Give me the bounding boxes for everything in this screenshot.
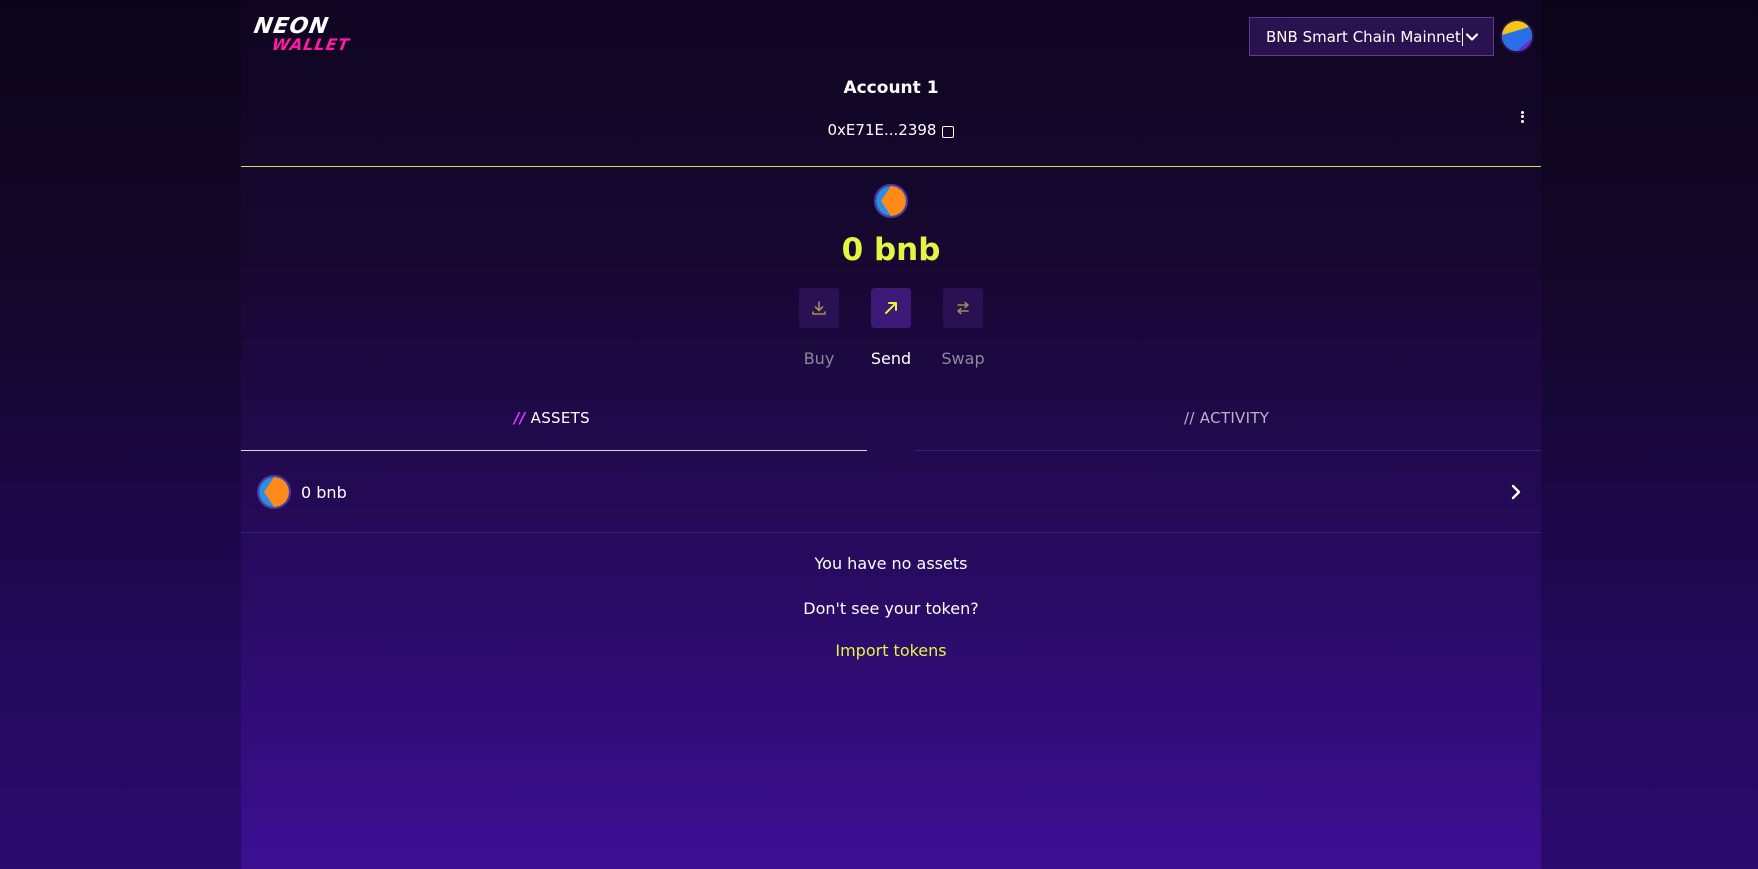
neon-wallet-logo: NEON WALLET [250, 14, 352, 54]
network-select[interactable]: BNB Smart Chain Mainnet [1249, 17, 1494, 56]
no-assets-message: You have no assets [814, 554, 968, 573]
account-address-text: 0xE71E...2398 [827, 121, 937, 139]
tab-assets-label: ASSETS [530, 409, 590, 427]
copy-icon[interactable] [942, 125, 955, 138]
balance-amount: 0 bnb [841, 232, 941, 268]
tab-assets[interactable]: // ASSETS [514, 409, 590, 427]
tab-activity-underline [915, 450, 1541, 451]
account-name: Account 1 [843, 78, 939, 98]
dont-see-token-text: Don't see your token? [803, 599, 979, 618]
asset-label: 0 bnb [301, 483, 347, 502]
import-tokens-link[interactable]: Import tokens [835, 641, 946, 660]
swap-button[interactable] [943, 288, 983, 328]
import-tokens-link-container: Import tokens [241, 641, 1541, 660]
bnb-token-icon [257, 475, 291, 509]
bnb-token-icon [874, 184, 908, 218]
chevron-down-icon [1465, 33, 1479, 41]
chevron-right-icon [1511, 484, 1521, 500]
account-avatar[interactable] [1500, 19, 1534, 53]
header-divider [241, 166, 1541, 167]
buy-label: Buy [803, 349, 835, 368]
logo-wallet-text: WALLET [270, 35, 352, 54]
more-options-icon[interactable] [1517, 109, 1527, 129]
buy-button[interactable] [799, 288, 839, 328]
network-select-value: BNB Smart Chain Mainnet [1266, 27, 1461, 46]
send-button[interactable] [871, 288, 911, 328]
tab-activity-label: ACTIVITY [1199, 409, 1270, 427]
asset-row-bnb[interactable]: 0 bnb [241, 465, 1541, 533]
tab-assets-underline [241, 450, 867, 451]
send-label: Send [870, 349, 912, 368]
swap-icon [957, 301, 969, 315]
tab-activity-prefix: // [1184, 409, 1195, 427]
download-icon [812, 301, 826, 315]
account-address[interactable]: 0xE71E...2398 [241, 121, 1541, 139]
wallet-app: NEON WALLET BNB Smart Chain Mainnet Acco… [241, 0, 1541, 869]
arrow-up-right-icon [885, 302, 897, 314]
swap-label: Swap [941, 349, 985, 368]
tab-activity[interactable]: // ACTIVITY [1184, 409, 1269, 427]
tab-assets-prefix: // [514, 409, 526, 427]
avatar-icon [1502, 21, 1532, 51]
